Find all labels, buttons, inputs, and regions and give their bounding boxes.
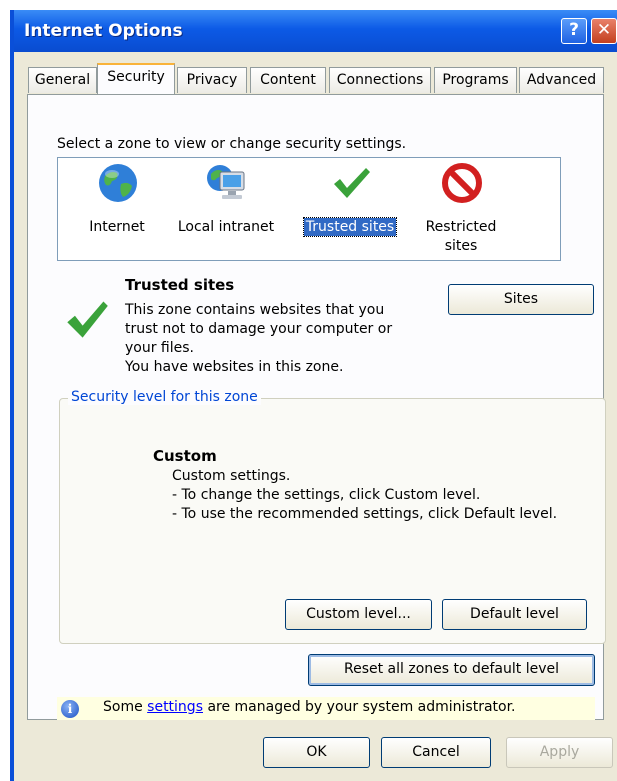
checkmark-icon <box>334 168 370 198</box>
title-bar[interactable]: Internet Options ? ✕ <box>14 10 617 52</box>
tab-security[interactable]: Security <box>97 63 175 94</box>
tab-privacy[interactable]: Privacy <box>177 67 247 93</box>
zone-internet[interactable]: Internet <box>62 162 172 260</box>
zone-label: Internet <box>89 219 145 235</box>
default-level-button[interactable]: Default level <box>442 599 587 630</box>
security-level-description: - To change the settings, click Custom l… <box>172 487 481 503</box>
cancel-button[interactable]: Cancel <box>381 737 491 768</box>
security-level-group: Security level for this zone Custom Cust… <box>59 389 606 644</box>
ok-button[interactable]: OK <box>263 737 370 768</box>
globe-icon <box>99 164 137 202</box>
tab-content[interactable]: Content <box>250 67 326 93</box>
zone-label: Restricted sites <box>425 219 497 254</box>
info-icon: i <box>61 700 79 718</box>
admin-info-text: Some settings are managed by your system… <box>103 699 516 715</box>
zone-instruction: Select a zone to view or change security… <box>57 136 407 152</box>
zone-description: your files. <box>125 340 194 356</box>
zone-description: This zone contains websites that you <box>125 302 385 318</box>
restricted-sign-icon <box>442 163 482 203</box>
close-button[interactable]: ✕ <box>591 18 617 44</box>
intranet-computer-icon <box>207 165 245 199</box>
help-button[interactable]: ? <box>561 18 587 44</box>
zone-trusted-sites[interactable]: Trusted sites <box>295 162 405 260</box>
zone-status: You have websites in this zone. <box>125 359 344 375</box>
zone-description: trust not to damage your computer or <box>125 321 393 337</box>
security-level-group-title: Security level for this zone <box>68 389 261 405</box>
security-level-name: Custom <box>153 447 217 465</box>
zone-list: Internet Local intranet Trusted sites Re… <box>57 157 561 261</box>
custom-level-button[interactable]: Custom level... <box>285 599 432 630</box>
internet-options-window: Internet Options ? ✕ General Security Pr… <box>10 10 617 781</box>
reset-all-zones-button[interactable]: Reset all zones to default level <box>308 654 595 686</box>
security-tab-panel: Select a zone to view or change security… <box>27 94 606 720</box>
info-text-prefix: Some <box>103 699 148 715</box>
zone-detail-title: Trusted sites <box>125 276 235 294</box>
tab-programs[interactable]: Programs <box>434 67 517 93</box>
security-level-description: Custom settings. <box>172 468 291 484</box>
trusted-sites-checkmark-icon <box>67 301 108 338</box>
tab-connections[interactable]: Connections <box>329 67 431 93</box>
zone-restricted-sites[interactable]: Restricted sites <box>406 162 516 260</box>
zone-label: Local intranet <box>177 219 275 235</box>
window-title: Internet Options <box>24 21 183 41</box>
sites-button[interactable]: Sites <box>448 284 594 315</box>
settings-link[interactable]: settings <box>147 699 203 715</box>
info-text-suffix: are managed by your system administrator… <box>203 699 516 715</box>
zone-label: Trusted sites <box>302 217 398 237</box>
tab-advanced[interactable]: Advanced <box>519 67 604 93</box>
apply-button[interactable]: Apply <box>506 737 613 768</box>
tab-general[interactable]: General <box>28 67 97 93</box>
admin-info-bar: i Some settings are managed by your syst… <box>57 697 595 720</box>
zone-local-intranet[interactable]: Local intranet <box>171 162 281 260</box>
security-level-description: - To use the recommended settings, click… <box>172 506 558 522</box>
